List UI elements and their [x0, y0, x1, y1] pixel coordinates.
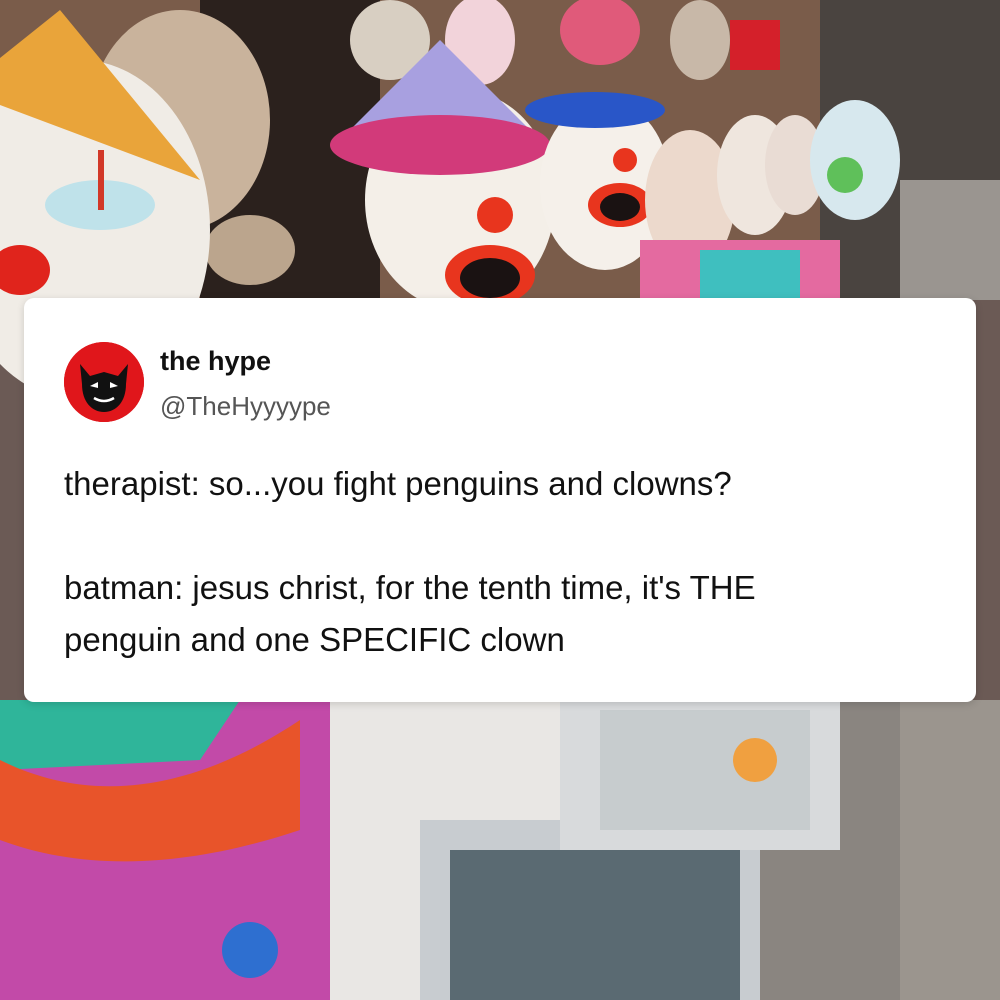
post-text-line: batman: jesus christ, for the tenth time… [64, 569, 756, 606]
display-name[interactable]: the hype [160, 346, 271, 377]
post-text-line: penguin and one SPECIFIC clown [64, 621, 565, 658]
post-text: therapist: so...you fight penguins and c… [64, 458, 944, 666]
devil-face-icon [64, 342, 144, 422]
post-text-line: therapist: so...you fight penguins and c… [64, 465, 732, 502]
avatar[interactable] [64, 342, 144, 422]
user-handle[interactable]: @TheHyyyype [160, 391, 331, 422]
post-card: the hype @TheHyyyype therapist: so...you… [24, 298, 976, 702]
